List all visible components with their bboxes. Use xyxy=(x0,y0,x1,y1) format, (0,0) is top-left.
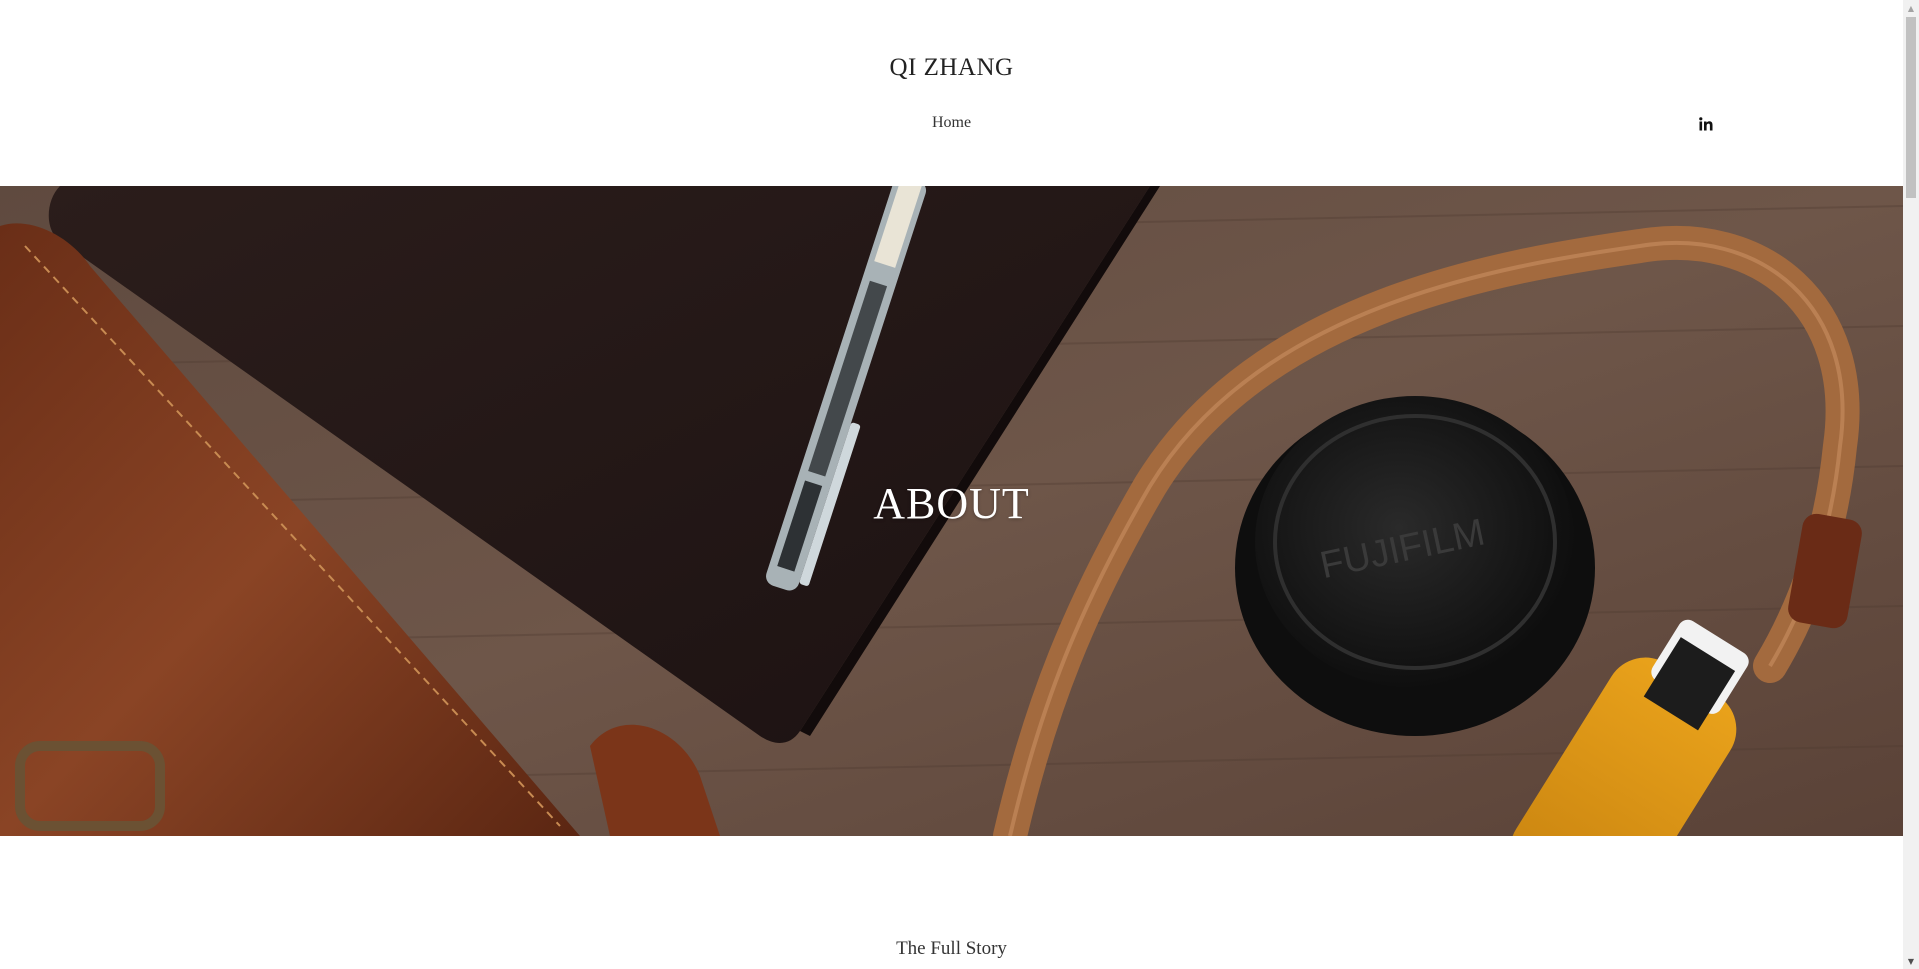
scroll-down-arrow-icon[interactable]: ▼ xyxy=(1903,953,1919,969)
site-title[interactable]: QI ZHANG xyxy=(0,54,1903,82)
hero-banner: FUJIFILM ABOUT xyxy=(0,186,1903,836)
scroll-up-arrow-icon[interactable]: ▲ xyxy=(1903,0,1919,16)
hero-heading: ABOUT xyxy=(873,479,1030,528)
linkedin-glyph xyxy=(1699,117,1713,131)
scroll-thumb[interactable] xyxy=(1906,17,1916,198)
linkedin-icon[interactable] xyxy=(1696,114,1716,134)
section-title: The Full Story xyxy=(896,938,1007,959)
main-nav: Home xyxy=(0,114,1903,132)
page: QI ZHANG Home FUJIFILM ABOUT The Full St… xyxy=(0,0,1919,969)
vertical-scrollbar[interactable]: ▲ ▼ xyxy=(1903,0,1919,969)
site-header: QI ZHANG Home xyxy=(0,0,1903,186)
nav-home-link[interactable]: Home xyxy=(932,114,971,131)
